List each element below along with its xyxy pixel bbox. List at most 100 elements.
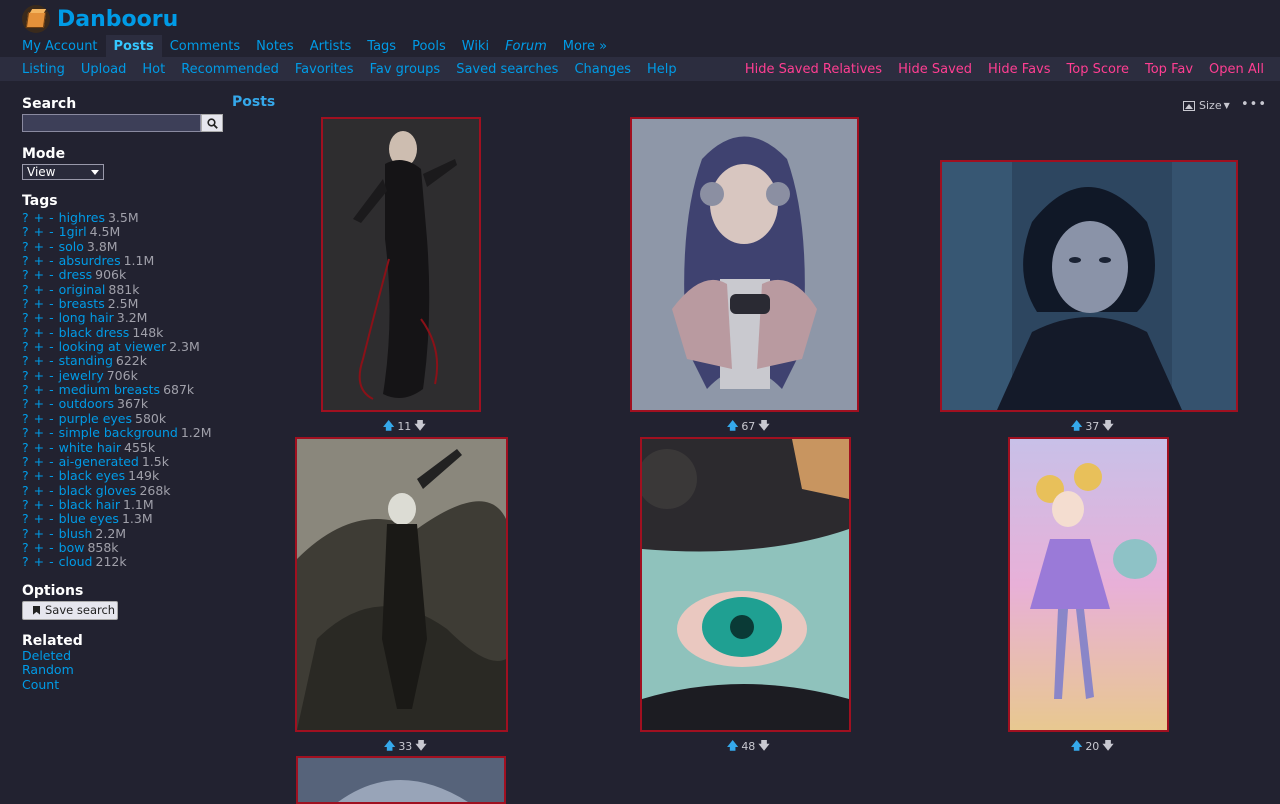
upvote-icon[interactable]: 🡅 xyxy=(383,417,394,436)
post-thumbnail[interactable] xyxy=(940,160,1238,412)
subnav-help[interactable]: Help xyxy=(639,62,685,77)
related-random-link[interactable]: Random xyxy=(22,663,227,678)
thumbnail-size-menu[interactable]: Size ▼ xyxy=(1183,99,1230,112)
tag-name-link[interactable]: long hair xyxy=(59,310,114,325)
tag-name-link[interactable]: outdoors xyxy=(59,396,114,411)
tag-name-link[interactable]: black eyes xyxy=(59,468,125,483)
tag-add-link[interactable]: + xyxy=(34,210,44,225)
tag-name-link[interactable]: ai-generated xyxy=(59,454,139,469)
subnav-changes[interactable]: Changes xyxy=(566,62,639,77)
tag-exclude-link[interactable]: - xyxy=(49,511,54,526)
nav-pools[interactable]: Pools xyxy=(404,35,454,57)
tag-wiki-link[interactable]: ? xyxy=(22,353,29,368)
tag-add-link[interactable]: + xyxy=(34,282,44,297)
tag-add-link[interactable]: + xyxy=(34,310,44,325)
tag-add-link[interactable]: + xyxy=(34,224,44,239)
upvote-icon[interactable]: 🡅 xyxy=(727,417,738,436)
tag-exclude-link[interactable]: - xyxy=(49,554,54,569)
subnav-recommended[interactable]: Recommended xyxy=(173,62,287,77)
tag-name-link[interactable]: purple eyes xyxy=(59,411,132,426)
tag-wiki-link[interactable]: ? xyxy=(22,296,29,311)
tag-wiki-link[interactable]: ? xyxy=(22,511,29,526)
tag-wiki-link[interactable]: ? xyxy=(22,454,29,469)
tag-exclude-link[interactable]: - xyxy=(49,526,54,541)
downvote-icon[interactable]: 🡇 xyxy=(1102,737,1113,756)
tag-exclude-link[interactable]: - xyxy=(49,411,54,426)
nav-my-account[interactable]: My Account xyxy=(14,35,106,57)
tag-wiki-link[interactable]: ? xyxy=(22,224,29,239)
search-button[interactable] xyxy=(201,114,223,132)
tag-wiki-link[interactable]: ? xyxy=(22,368,29,383)
post-thumbnail[interactable] xyxy=(296,756,506,804)
related-deleted-link[interactable]: Deleted xyxy=(22,648,227,664)
tag-exclude-link[interactable]: - xyxy=(49,454,54,469)
tag-name-link[interactable]: bow xyxy=(59,540,85,555)
downvote-icon[interactable]: 🡇 xyxy=(414,417,425,436)
tag-exclude-link[interactable]: - xyxy=(49,239,54,254)
tag-add-link[interactable]: + xyxy=(34,526,44,541)
downvote-icon[interactable]: 🡇 xyxy=(758,417,769,436)
hide-favs-link[interactable]: Hide Favs xyxy=(972,62,1051,77)
subnav-hot[interactable]: Hot xyxy=(134,62,173,77)
upvote-icon[interactable]: 🡅 xyxy=(727,737,738,756)
tag-add-link[interactable]: + xyxy=(34,267,44,282)
tag-add-link[interactable]: + xyxy=(34,511,44,526)
nav-posts[interactable]: Posts xyxy=(105,35,162,57)
tag-name-link[interactable]: black hair xyxy=(59,497,120,512)
tag-wiki-link[interactable]: ? xyxy=(22,239,29,254)
hide-saved-link[interactable]: Hide Saved xyxy=(882,62,972,77)
nav-more[interactable]: More » xyxy=(555,35,615,57)
post-thumbnail[interactable] xyxy=(321,117,481,412)
tag-name-link[interactable]: black gloves xyxy=(59,483,137,498)
tag-exclude-link[interactable]: - xyxy=(49,296,54,311)
tag-wiki-link[interactable]: ? xyxy=(22,282,29,297)
tag-add-link[interactable]: + xyxy=(34,411,44,426)
post-thumbnail[interactable] xyxy=(640,437,851,732)
tag-add-link[interactable]: + xyxy=(34,454,44,469)
tag-add-link[interactable]: + xyxy=(34,497,44,512)
post-thumbnail[interactable] xyxy=(295,437,508,732)
tag-name-link[interactable]: medium breasts xyxy=(59,382,160,397)
tag-exclude-link[interactable]: - xyxy=(49,267,54,282)
nav-artists[interactable]: Artists xyxy=(302,35,360,57)
tag-exclude-link[interactable]: - xyxy=(49,540,54,555)
tag-wiki-link[interactable]: ? xyxy=(22,554,29,569)
top-fav-link[interactable]: Top Fav xyxy=(1129,62,1193,77)
site-logo[interactable]: Danbooru xyxy=(22,4,178,34)
site-name[interactable]: Danbooru xyxy=(57,7,178,32)
subnav-fav-groups[interactable]: Fav groups xyxy=(362,62,449,77)
downvote-icon[interactable]: 🡇 xyxy=(758,737,769,756)
tag-wiki-link[interactable]: ? xyxy=(22,425,29,440)
tag-name-link[interactable]: simple background xyxy=(59,425,178,440)
tag-exclude-link[interactable]: - xyxy=(49,368,54,383)
tag-name-link[interactable]: breasts xyxy=(59,296,105,311)
nav-forum[interactable]: Forum xyxy=(497,35,555,57)
tag-name-link[interactable]: looking at viewer xyxy=(59,339,166,354)
tag-name-link[interactable]: blue eyes xyxy=(59,511,119,526)
subnav-upload[interactable]: Upload xyxy=(73,62,135,77)
tag-exclude-link[interactable]: - xyxy=(49,483,54,498)
tag-name-link[interactable]: standing xyxy=(59,353,113,368)
tag-name-link[interactable]: black dress xyxy=(59,325,130,340)
tag-add-link[interactable]: + xyxy=(34,483,44,498)
tag-wiki-link[interactable]: ? xyxy=(22,497,29,512)
upvote-icon[interactable]: 🡅 xyxy=(1071,417,1082,436)
nav-notes[interactable]: Notes xyxy=(248,35,302,57)
tag-add-link[interactable]: + xyxy=(34,353,44,368)
tag-exclude-link[interactable]: - xyxy=(49,282,54,297)
upvote-icon[interactable]: 🡅 xyxy=(1071,737,1082,756)
tag-wiki-link[interactable]: ? xyxy=(22,382,29,397)
top-score-link[interactable]: Top Score xyxy=(1051,62,1129,77)
tag-exclude-link[interactable]: - xyxy=(49,468,54,483)
tag-wiki-link[interactable]: ? xyxy=(22,483,29,498)
nav-comments[interactable]: Comments xyxy=(162,35,248,57)
tag-name-link[interactable]: original xyxy=(59,282,106,297)
tag-name-link[interactable]: blush xyxy=(59,526,93,541)
tag-add-link[interactable]: + xyxy=(34,239,44,254)
tag-wiki-link[interactable]: ? xyxy=(22,468,29,483)
nav-tags[interactable]: Tags xyxy=(359,35,404,57)
tag-exclude-link[interactable]: - xyxy=(49,253,54,268)
tag-add-link[interactable]: + xyxy=(34,325,44,340)
tag-name-link[interactable]: solo xyxy=(59,239,84,254)
related-count-link[interactable]: Count xyxy=(22,677,227,693)
